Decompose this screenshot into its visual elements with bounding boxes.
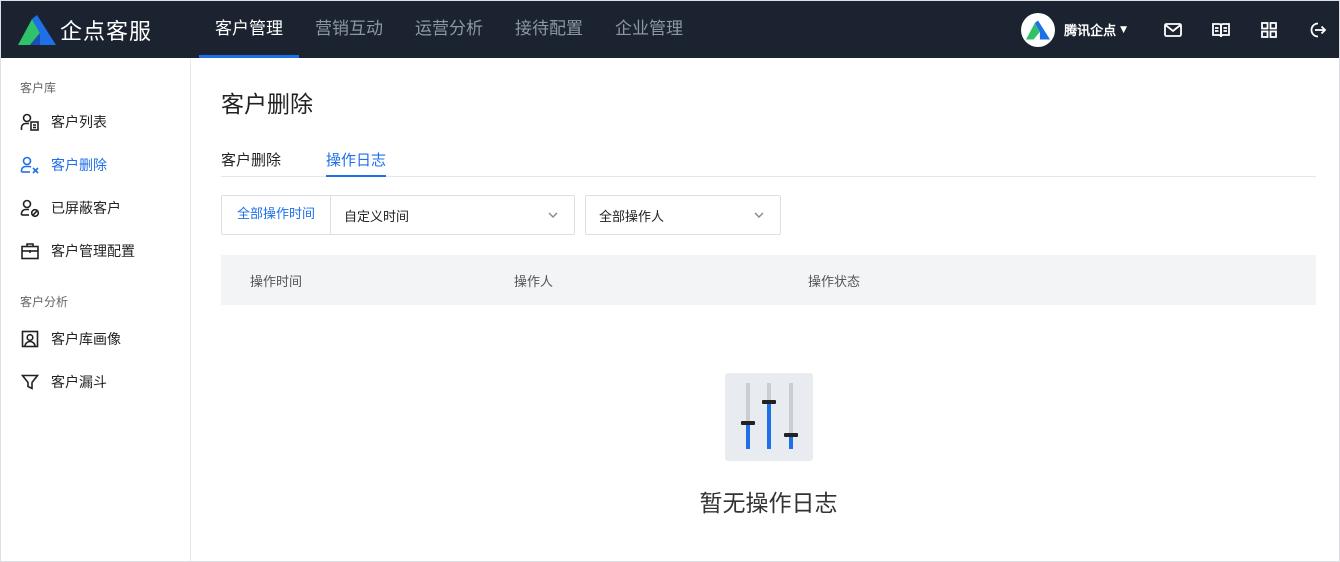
sidebar-item-blocked-customers[interactable]: 已屏蔽客户 bbox=[1, 186, 190, 229]
sidebar-item-label: 客户漏斗 bbox=[51, 374, 107, 391]
logout-icon[interactable] bbox=[1293, 1, 1339, 58]
empty-state-text: 暂无操作日志 bbox=[699, 491, 838, 517]
tab-bar: 客户删除 操作日志 bbox=[221, 135, 1316, 177]
custom-time-label: 自定义时间 bbox=[344, 209, 410, 225]
avatar bbox=[1021, 12, 1056, 47]
mail-icon[interactable] bbox=[1149, 1, 1197, 58]
all-time-button[interactable]: 全部操作时间 bbox=[222, 196, 332, 234]
caret-down-icon: ▼ bbox=[1120, 24, 1127, 35]
avatar-logo-icon bbox=[1026, 20, 1051, 39]
sidebar-item-label: 客户库画像 bbox=[51, 331, 121, 348]
sidebar-item-customer-config[interactable]: 客户管理配置 bbox=[1, 229, 190, 272]
operator-label: 全部操作人 bbox=[599, 209, 665, 225]
chevron-down-icon bbox=[754, 212, 764, 218]
top-navbar: 企点客服 客户管理 营销互动 运营分析 接待配置 企业管理 腾讯企点 ▼ bbox=[1, 1, 1339, 58]
customer-delete-icon bbox=[20, 156, 39, 174]
column-header-operation-status: 操作状态 bbox=[808, 274, 861, 290]
user-name: 腾讯企点 bbox=[1064, 24, 1117, 39]
custom-time-select[interactable]: 自定义时间 bbox=[331, 196, 574, 234]
tab-operation-log[interactable]: 操作日志 bbox=[326, 135, 387, 177]
sidebar-item-customer-delete[interactable]: 客户删除 bbox=[1, 143, 190, 186]
briefcase-icon bbox=[21, 242, 39, 259]
nav-reception-config[interactable]: 接待配置 bbox=[499, 1, 599, 58]
app-logo[interactable]: 企点客服 bbox=[18, 14, 193, 46]
time-filter-group: 全部操作时间 自定义时间 bbox=[221, 195, 576, 235]
app-name: 企点客服 bbox=[60, 19, 153, 45]
nav-marketing[interactable]: 营销互动 bbox=[299, 1, 399, 58]
tab-customer-delete[interactable]: 客户删除 bbox=[221, 135, 281, 176]
sidebar-item-label: 客户删除 bbox=[51, 157, 107, 174]
sidebar-item-customer-list[interactable]: 客户列表 bbox=[1, 100, 190, 143]
sidebar-item-customer-funnel[interactable]: 客户漏斗 bbox=[1, 360, 190, 403]
sidebar: 客户库 客户列表 客户删除 已屏蔽客户 客户管理配置 客户分析 客户库画像 客户… bbox=[1, 58, 191, 561]
nav-customer-management[interactable]: 客户管理 bbox=[199, 1, 299, 58]
sidebar-item-label: 已屏蔽客户 bbox=[51, 200, 121, 217]
sidebar-item-customer-portrait[interactable]: 客户库画像 bbox=[1, 317, 190, 360]
customer-list-icon bbox=[20, 113, 39, 131]
operator-select[interactable]: 全部操作人 bbox=[585, 195, 782, 235]
nav-enterprise-management[interactable]: 企业管理 bbox=[599, 1, 699, 58]
portrait-icon bbox=[21, 330, 39, 347]
column-header-operation-time: 操作时间 bbox=[250, 274, 303, 290]
nav-operations-analysis[interactable]: 运营分析 bbox=[399, 1, 499, 58]
sliders-icon bbox=[740, 383, 798, 449]
funnel-icon bbox=[20, 374, 40, 390]
top-right-tools: 腾讯企点 ▼ bbox=[1021, 1, 1339, 58]
sidebar-item-label: 客户列表 bbox=[51, 114, 107, 131]
column-header-operator: 操作人 bbox=[514, 274, 554, 290]
logo-icon bbox=[18, 14, 56, 45]
chevron-down-icon bbox=[548, 212, 558, 218]
book-icon[interactable] bbox=[1197, 1, 1245, 58]
page-title: 客户删除 bbox=[221, 92, 313, 118]
empty-state: 暂无操作日志 bbox=[221, 373, 1316, 518]
table-header: 操作时间 操作人 操作状态 bbox=[221, 255, 1316, 305]
main-content: 客户删除 客户删除 操作日志 全部操作时间 自定义时间 全部操作人 操作时间 操… bbox=[221, 58, 1316, 517]
apps-grid-icon[interactable] bbox=[1245, 1, 1293, 58]
empty-state-icon bbox=[724, 373, 813, 461]
user-menu[interactable]: 腾讯企点 ▼ bbox=[1021, 12, 1127, 47]
app-frame: 企点客服 客户管理 营销互动 运营分析 接待配置 企业管理 腾讯企点 ▼ 客户库… bbox=[0, 0, 1340, 562]
sidebar-item-label: 客户管理配置 bbox=[51, 243, 135, 260]
main-nav: 客户管理 营销互动 运营分析 接待配置 企业管理 bbox=[199, 1, 699, 58]
blocked-customer-icon bbox=[20, 199, 40, 217]
filter-bar: 全部操作时间 自定义时间 全部操作人 bbox=[221, 195, 1316, 235]
sidebar-group-customer-analysis: 客户分析 bbox=[20, 295, 69, 309]
sidebar-group-customer-library: 客户库 bbox=[20, 81, 57, 95]
